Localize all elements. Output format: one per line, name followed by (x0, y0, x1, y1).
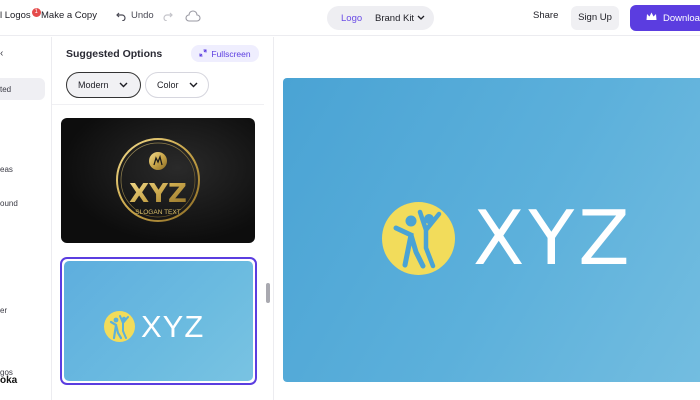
dancers-icon (382, 202, 455, 275)
color-filter-label: Color (157, 80, 179, 90)
style-filter-dropdown[interactable]: Modern (66, 72, 141, 98)
nav-item-ideas[interactable]: eas (0, 165, 13, 174)
make-copy-button[interactable]: Make a Copy (41, 10, 97, 21)
logo-option-gold[interactable]: XYZ SLOGAN TEXT (61, 118, 255, 243)
large-logo-text: XYZ (473, 194, 634, 282)
suggested-panel: Suggested Options Fullscreen Modern Colo… (52, 37, 274, 400)
redo-button[interactable] (163, 11, 173, 21)
my-logos-label: l Logos (0, 10, 31, 21)
nav-back-icon[interactable]: ‹ (0, 48, 3, 59)
mini-logo-text: XYZ (141, 309, 205, 344)
chevron-down-icon (119, 80, 128, 90)
logo-tab[interactable]: Logo (341, 13, 362, 24)
editor-canvas: XYZ (275, 37, 700, 400)
nav-item-other[interactable]: er (0, 306, 7, 315)
style-filter-label: Modern (78, 80, 109, 90)
my-logos-link[interactable]: l Logos 1 (0, 8, 41, 21)
share-button[interactable]: Share (533, 10, 558, 21)
sign-up-button[interactable]: Sign Up (571, 6, 619, 30)
sign-up-label: Sign Up (578, 12, 612, 23)
fullscreen-label: Fullscreen (211, 48, 251, 59)
brand-kit-label: Brand Kit (375, 13, 415, 24)
share-label: Share (533, 10, 559, 21)
expand-icon (199, 49, 207, 59)
panel-title: Suggested Options (66, 48, 163, 60)
top-bar: l Logos 1 Make a Copy Undo Logo Brand Ki… (0, 0, 700, 36)
left-nav: ‹ ted eas ound er gos oka (0, 37, 52, 400)
gold-logo-emblem: XYZ SLOGAN TEXT (116, 138, 200, 222)
fullscreen-button[interactable]: Fullscreen (191, 45, 259, 62)
divider (52, 104, 264, 105)
dancers-icon (104, 311, 135, 342)
panel-scrollbar[interactable] (266, 283, 270, 303)
undo-button[interactable]: Undo (116, 10, 154, 21)
gold-logo-slogan: SLOGAN TEXT (135, 209, 180, 216)
gold-logo-text: XYZ (129, 179, 187, 209)
brand-kit-dropdown[interactable]: Brand Kit (375, 13, 425, 24)
brand-logo-text: oka (0, 375, 18, 386)
cloud-save-icon[interactable] (185, 10, 201, 22)
logo-preview-large[interactable]: XYZ (283, 78, 700, 382)
nav-item-suggested-label: ted (0, 85, 12, 94)
logo-option-blue-selected[interactable]: XYZ (60, 257, 257, 385)
undo-icon (116, 11, 126, 21)
large-logo: XYZ (382, 201, 634, 276)
download-label: Download (663, 12, 700, 24)
chevron-down-icon (189, 80, 198, 90)
color-filter-dropdown[interactable]: Color (145, 72, 209, 98)
mini-logo: XYZ (104, 311, 204, 342)
redo-icon (163, 11, 173, 21)
chevron-down-icon (417, 13, 425, 24)
blue-logo-preview: XYZ (64, 261, 253, 381)
mode-switcher: Logo Brand Kit (327, 6, 434, 30)
download-button[interactable]: Download (630, 5, 700, 31)
crown-icon (646, 12, 657, 24)
nav-item-background[interactable]: ound (0, 199, 18, 208)
undo-label: Undo (131, 10, 154, 21)
make-copy-label: Make a Copy (41, 10, 97, 21)
notification-badge: 1 (31, 8, 41, 17)
